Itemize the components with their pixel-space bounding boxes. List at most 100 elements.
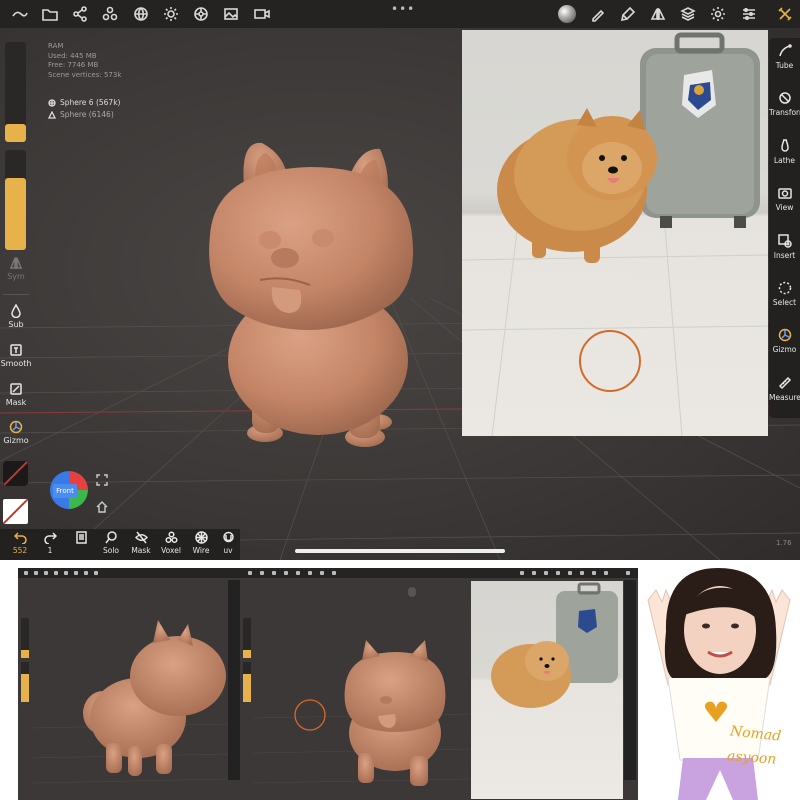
voxel-label: Voxel — [161, 546, 181, 555]
smooth-icon — [10, 344, 22, 356]
redo-icon — [43, 532, 57, 544]
scene-vertices: Scene vertices: 573k — [48, 70, 122, 79]
notes-button[interactable] — [66, 531, 96, 546]
settings-gear-icon[interactable] — [708, 4, 728, 24]
fullscreen-icon[interactable] — [96, 471, 108, 486]
brush-cursor — [579, 330, 641, 392]
tube-tool[interactable]: Tube — [769, 44, 800, 70]
transform-tool[interactable]: Transform — [769, 91, 800, 117]
sym-label: Sym — [7, 272, 25, 281]
triangle-object-icon — [48, 111, 56, 119]
globe-icon[interactable] — [131, 4, 151, 24]
ruler-icon — [778, 376, 791, 390]
object-item[interactable]: Sphere 6 (567k) — [48, 97, 120, 109]
signature-line-2: asyoon — [726, 748, 777, 768]
object-list: Sphere 6 (567k) Sphere (6146) — [48, 97, 120, 121]
mask-toggle-label: Mask — [131, 546, 151, 555]
object-name: Sphere (6146) — [60, 110, 114, 119]
redo-button[interactable]: 1 — [35, 531, 65, 555]
layers-icon[interactable] — [678, 4, 698, 24]
uv-icon — [222, 531, 234, 543]
uv-button[interactable]: uv — [216, 531, 240, 555]
measure-label: Measure — [769, 393, 800, 402]
wireframe-icon — [194, 531, 208, 544]
more-dots-icon[interactable]: ••• — [391, 2, 415, 16]
mask-label: Mask — [5, 398, 27, 407]
tube-icon — [778, 44, 792, 57]
color-swatch-secondary[interactable] — [3, 499, 28, 524]
transform-icon — [778, 92, 791, 104]
camera-view-icon — [777, 188, 792, 199]
gizmo-tool[interactable]: Gizmo — [769, 328, 800, 354]
dog-sculpt-model[interactable] — [200, 135, 430, 455]
object-item[interactable]: Sphere (6146) — [48, 109, 120, 121]
ram-label: RAM — [48, 42, 64, 50]
solo-button[interactable]: Solo — [96, 531, 126, 555]
side-view-screenshot — [18, 568, 240, 800]
thumb-right-toolbar-2 — [624, 580, 636, 780]
home-icon[interactable] — [96, 498, 108, 513]
gizmo-right-icon — [778, 328, 791, 342]
symmetry-icon[interactable] — [648, 4, 668, 24]
light-icon[interactable] — [161, 4, 181, 24]
scene-icon[interactable] — [100, 4, 120, 24]
share-icon[interactable] — [70, 4, 90, 24]
front-dog-model — [253, 640, 470, 786]
paint-icon[interactable] — [618, 4, 638, 24]
sub-button[interactable]: Sub — [0, 304, 32, 329]
version-label: 1.76 — [776, 539, 792, 547]
insert-icon — [777, 234, 792, 248]
sphere-object-icon — [48, 99, 56, 107]
transform-label: Transform — [769, 108, 800, 117]
camera-icon[interactable] — [252, 4, 272, 24]
select-icon — [778, 281, 791, 295]
folder-icon[interactable] — [40, 4, 60, 24]
hidden-eye-icon — [134, 531, 148, 544]
undo-button[interactable]: 552 — [5, 531, 35, 555]
document-icon — [75, 531, 87, 544]
lathe-tool[interactable]: Lathe — [769, 139, 800, 165]
mask-toggle-button[interactable]: Mask — [126, 531, 156, 555]
thumb-reference-image — [471, 581, 623, 799]
voxel-icon — [164, 531, 178, 544]
material-ball-icon[interactable] — [558, 5, 576, 23]
sliders-icon[interactable] — [739, 4, 759, 24]
image-icon[interactable] — [221, 4, 241, 24]
wire-label: Wire — [192, 546, 210, 555]
mask-button[interactable]: Mask — [0, 382, 32, 407]
top-toolbar: ••• — [0, 0, 800, 28]
home-indicator[interactable] — [295, 549, 505, 553]
lathe-icon — [780, 139, 789, 152]
intensity-slider[interactable] — [5, 150, 26, 250]
undo-count: 552 — [12, 546, 28, 555]
radius-slider[interactable] — [5, 42, 26, 142]
gizmo-right-label: Gizmo — [772, 345, 797, 354]
shading-icon[interactable] — [191, 4, 211, 24]
logo-icon[interactable] — [10, 4, 30, 24]
right-toolbar: Tube Transform Lathe View Insert Select … — [769, 38, 800, 418]
object-name: Sphere 6 (567k) — [60, 98, 121, 107]
color-swatch-primary[interactable] — [3, 461, 28, 486]
solo-label: Solo — [102, 546, 120, 555]
redo-count: 1 — [47, 546, 53, 555]
insert-tool[interactable]: Insert — [769, 234, 800, 260]
tools-icon[interactable] — [775, 4, 795, 24]
view-label: View — [775, 203, 794, 212]
scene-info: RAM Used: 445 MB Free: 7746 MB Scene ver… — [48, 42, 121, 80]
voxel-button[interactable]: Voxel — [156, 531, 186, 555]
sym-toggle[interactable]: Sym — [0, 256, 32, 281]
measure-tool[interactable]: Measure — [769, 376, 800, 402]
view-cube[interactable]: Front — [50, 471, 88, 509]
wire-button[interactable]: Wire — [186, 531, 216, 555]
drop-icon — [11, 304, 21, 318]
side-dog-model — [31, 620, 229, 784]
left-panel: Sym Sub Smooth Mask Gizmo — [0, 36, 32, 526]
view-tool[interactable]: View — [769, 186, 800, 212]
brush-icon[interactable] — [588, 4, 608, 24]
gizmo-label: Gizmo — [3, 436, 29, 445]
gizmo-button[interactable]: Gizmo — [0, 420, 32, 445]
ram-free: Free: 7746 MB — [48, 61, 99, 69]
search-icon — [104, 531, 117, 544]
select-tool[interactable]: Select — [769, 281, 800, 307]
smooth-button[interactable]: Smooth — [0, 343, 32, 368]
